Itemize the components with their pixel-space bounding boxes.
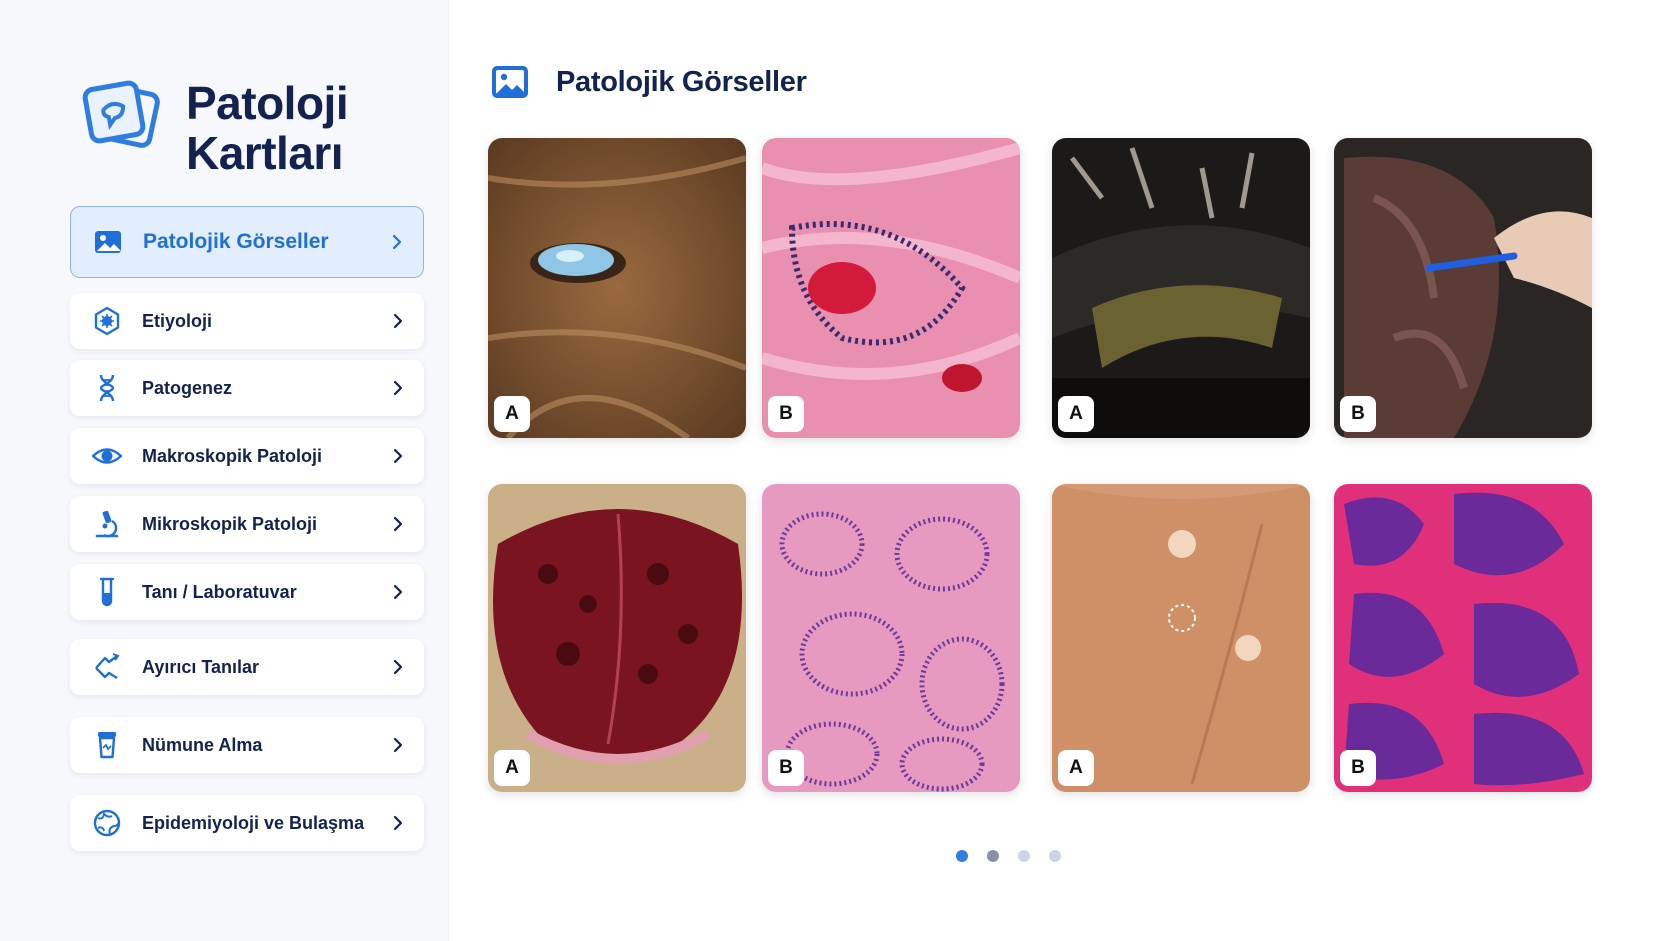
brand: Patoloji Kartları xyxy=(82,77,349,179)
image-badge: B xyxy=(1340,396,1376,432)
sidebar-item-patogenez[interactable]: Patogenez xyxy=(70,360,424,416)
arrows-icon xyxy=(95,653,120,680)
sidebar-item-label: Nümune Alma xyxy=(142,734,263,755)
histology-photo-icon xyxy=(762,138,1020,438)
image-card[interactable]: B xyxy=(1334,138,1592,438)
globe-icon xyxy=(93,809,121,837)
chevron-right-icon xyxy=(393,448,403,464)
sidebar-item-label: Tanı / Laboratuvar xyxy=(142,581,297,602)
eye-photo-icon xyxy=(488,138,746,438)
sidebar-item-label: Epidemiyoloji ve Bulaşma xyxy=(142,812,365,833)
chevron-right-icon xyxy=(393,313,403,329)
image-badge: A xyxy=(1058,396,1094,432)
image-card[interactable]: A xyxy=(1052,484,1310,792)
pagination-dot-active[interactable] xyxy=(956,850,968,862)
chevron-right-icon xyxy=(393,737,403,753)
image-card[interactable]: A xyxy=(488,484,746,792)
test-tube-icon xyxy=(99,577,115,607)
organ-probe-photo-icon xyxy=(1334,138,1592,438)
image-icon xyxy=(95,231,121,253)
page-title: Patolojik Görseller xyxy=(556,65,807,98)
image-badge: A xyxy=(494,396,530,432)
sidebar-item-mikroskopik-patoloji[interactable]: Mikroskopik Patoloji xyxy=(70,496,424,552)
main-content: Patolojik Görseller A B A B A B A B xyxy=(448,0,1672,941)
virus-icon xyxy=(94,306,120,336)
histology-photo-icon xyxy=(1334,484,1592,792)
necropsy-photo-icon xyxy=(1052,138,1310,438)
brand-title: Patoloji Kartları xyxy=(186,77,349,179)
chevron-right-icon xyxy=(393,659,403,675)
image-badge: B xyxy=(768,750,804,786)
sidebar-item-tani-laboratuvar[interactable]: Tanı / Laboratuvar xyxy=(70,564,424,620)
image-card[interactable]: B xyxy=(762,138,1020,438)
image-badge: A xyxy=(1058,750,1094,786)
chevron-right-icon xyxy=(393,584,403,600)
brand-title-line1: Patoloji xyxy=(186,77,349,129)
image-card[interactable]: A xyxy=(488,138,746,438)
chevron-right-icon xyxy=(393,516,403,532)
pagination-dot[interactable] xyxy=(987,850,999,862)
sidebar-item-patolojik-gorseller[interactable]: Patolojik Görseller xyxy=(70,206,424,278)
chevron-right-icon xyxy=(393,815,403,831)
liver-photo-icon xyxy=(1052,484,1310,792)
sidebar-item-label: Mikroskopik Patoloji xyxy=(142,513,318,534)
image-badge: B xyxy=(768,396,804,432)
chevron-right-icon xyxy=(392,234,402,250)
sidebar-item-ayirici-tanilar[interactable]: Ayırıcı Tanılar xyxy=(70,639,424,695)
sidebar-item-numune-alma[interactable]: Nümune Alma xyxy=(70,717,424,773)
pagination-dot[interactable] xyxy=(1049,850,1061,862)
image-icon xyxy=(492,66,528,98)
microscope-icon xyxy=(95,510,119,538)
eye-icon xyxy=(92,448,122,464)
sidebar: Patoloji Kartları Patolojik Görseller Et… xyxy=(0,0,449,941)
section-header: Patolojik Görseller xyxy=(490,62,807,102)
pagination-dots xyxy=(956,850,1080,862)
sidebar-item-label: Etiyoloji xyxy=(142,310,213,331)
image-badge: B xyxy=(1340,750,1376,786)
sidebar-item-label: Ayırıcı Tanılar xyxy=(142,656,260,677)
cards-logo-icon xyxy=(82,80,160,148)
sidebar-item-etiyoloji[interactable]: Etiyoloji xyxy=(70,293,424,349)
sidebar-item-label: Patogenez xyxy=(142,377,233,398)
liver-photo-icon xyxy=(488,484,746,792)
histology-photo-icon xyxy=(762,484,1020,792)
sidebar-item-label: Patolojik Görseller xyxy=(143,230,329,253)
image-card[interactable]: A xyxy=(1052,138,1310,438)
sidebar-item-makroskopik-patoloji[interactable]: Makroskopik Patoloji xyxy=(70,428,424,484)
dna-icon xyxy=(99,374,115,402)
chevron-right-icon xyxy=(393,380,403,396)
specimen-cup-icon xyxy=(98,732,116,759)
image-card[interactable]: B xyxy=(762,484,1020,792)
pagination-dot[interactable] xyxy=(1018,850,1030,862)
sidebar-item-epidemiyoloji[interactable]: Epidemiyoloji ve Bulaşma xyxy=(70,795,424,851)
brand-title-line2: Kartları xyxy=(186,127,344,179)
image-badge: A xyxy=(494,750,530,786)
image-card[interactable]: B xyxy=(1334,484,1592,792)
sidebar-item-label: Makroskopik Patoloji xyxy=(142,445,323,466)
